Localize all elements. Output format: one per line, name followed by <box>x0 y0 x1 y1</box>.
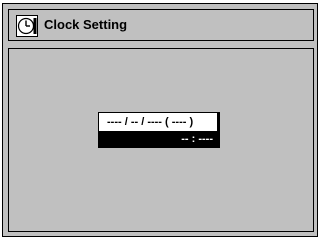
time-field[interactable]: -- : ---- <box>181 131 213 147</box>
content-panel: ---- / -- / ---- ( ---- ) -- : ---- <box>8 48 314 232</box>
title-bar: Clock Setting <box>8 9 314 41</box>
clock-setting-screen: Clock Setting ---- / -- / ---- ( ---- ) … <box>2 3 318 237</box>
date-field[interactable]: ---- / -- / ---- ( ---- ) <box>99 113 217 131</box>
clock-icon <box>16 15 38 37</box>
page-title: Clock Setting <box>44 17 128 32</box>
clock-entry-box[interactable]: ---- / -- / ---- ( ---- ) -- : ---- <box>98 112 220 148</box>
